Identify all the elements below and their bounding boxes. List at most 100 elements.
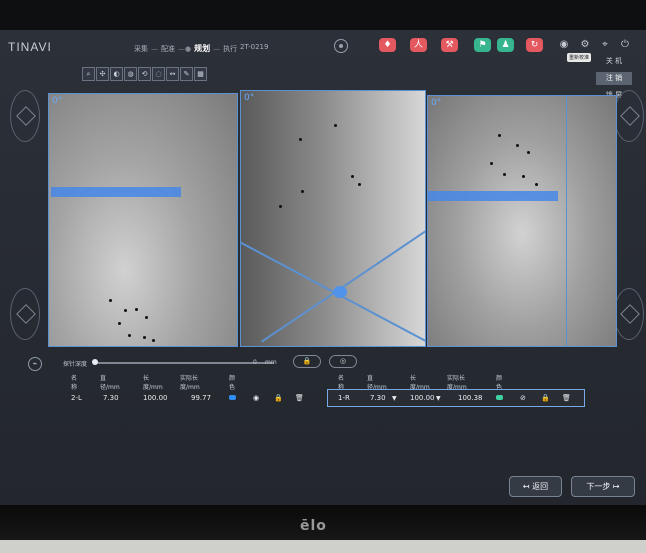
marker-dot xyxy=(358,183,361,186)
view-angle: 0° xyxy=(431,98,442,108)
visibility-icon[interactable]: ◉ xyxy=(253,394,259,402)
back-button[interactable]: ↤ 返回 xyxy=(509,476,562,497)
robot-icon[interactable]: ♟ xyxy=(497,38,514,52)
grid-icon[interactable]: ▦ xyxy=(194,67,207,81)
target-icon[interactable]: ◎ xyxy=(329,355,357,368)
rotate-icon[interactable]: ⟲ xyxy=(138,67,151,81)
delete-icon[interactable]: 🗑 xyxy=(295,394,304,402)
planned-screw-trajectory[interactable] xyxy=(428,191,558,201)
app-logo: TINAVI xyxy=(8,40,52,54)
marker-dot xyxy=(118,322,121,325)
probe-depth-slider[interactable] xyxy=(94,362,274,364)
trajectory-intersection-marker[interactable] xyxy=(333,286,347,298)
planned-screw-trajectory[interactable] xyxy=(51,187,181,197)
xray-view-left[interactable]: 0° xyxy=(48,93,238,347)
chevron-down-icon[interactable]: ▼ xyxy=(434,394,441,402)
right-upper-navigation-control[interactable] xyxy=(614,90,644,142)
marker-dot xyxy=(128,334,131,337)
screw-actual-length: 100.38 xyxy=(458,394,483,402)
probe-depth-control: ⌁ 探针深度 0 mm 🔒 ◎ xyxy=(28,355,368,371)
screw-length[interactable]: 100.00 xyxy=(410,394,435,402)
color-swatch[interactable] xyxy=(229,394,236,402)
marker-dot xyxy=(135,308,138,311)
lock-icon[interactable]: 🔒 xyxy=(293,355,321,368)
header-actual-length: 实际长度/mm xyxy=(180,375,200,391)
screw-diameter: 7.30 xyxy=(103,394,119,402)
circle-tool-icon[interactable]: ◌ xyxy=(152,67,165,81)
marker-dot xyxy=(299,138,302,141)
left-upper-navigation-control[interactable] xyxy=(10,90,40,142)
delete-icon[interactable]: 🗑 xyxy=(562,394,571,402)
guide-line xyxy=(566,96,567,346)
image-toolbar: ⌕ ✣ ◐ ◍ ⟲ ◌ ↔ ✎ ▦ xyxy=(82,67,207,81)
gear-icon[interactable]: ⚙ xyxy=(579,39,591,51)
pen-icon[interactable]: ✎ xyxy=(180,67,193,81)
chevron-down-icon[interactable]: ▼ xyxy=(390,394,397,402)
left-screw-table: 名称 直径/mm 长度/mm 实际长度/mm 颜色 2-L 7.30 100.0… xyxy=(60,375,318,416)
screw-actual-length: 99.77 xyxy=(191,394,212,402)
step-execute[interactable]: 执行 xyxy=(223,44,237,54)
table-row[interactable]: 2-L 7.30 100.00 99.77 ◉ 🔒 🗑 xyxy=(60,392,318,404)
xray-view-right[interactable]: 0° xyxy=(427,95,617,347)
screw-name: 1-R xyxy=(338,394,350,402)
marker-dot xyxy=(351,175,354,178)
menu-shutdown[interactable]: 关 机 xyxy=(596,55,632,68)
marker-dot xyxy=(490,162,493,165)
study-id: 2T-0219 xyxy=(240,43,269,51)
probe-depth-unit: mm xyxy=(265,359,277,366)
marker-dot xyxy=(516,144,519,147)
refresh-icon[interactable]: ↻ xyxy=(526,38,543,52)
xray-view-middle[interactable]: 0° xyxy=(240,90,426,347)
zoom-icon[interactable]: ⌕ xyxy=(82,67,95,81)
next-icon: ↦ xyxy=(610,482,620,491)
menu-logout[interactable]: 注 销 xyxy=(596,72,632,85)
monitor-brand: ēlo xyxy=(300,518,327,534)
lock-icon[interactable]: 🔒 xyxy=(541,394,550,402)
camera-icon[interactable]: ◉ xyxy=(558,39,570,51)
left-lower-navigation-control[interactable] xyxy=(10,288,40,340)
screw-length: 100.00 xyxy=(143,394,168,402)
marker-dot xyxy=(109,299,112,302)
step-planning[interactable]: 规划 xyxy=(194,43,210,54)
header-name: 名称 xyxy=(71,375,78,391)
depth-icon[interactable]: ⌁ xyxy=(28,357,42,371)
back-icon: ↤ xyxy=(522,482,533,491)
brightness-icon[interactable]: ◍ xyxy=(124,67,137,81)
marker-dot xyxy=(145,316,148,319)
probe-depth-label: 探针深度 xyxy=(63,361,88,368)
screw-name: 2-L xyxy=(71,394,82,402)
contrast-icon[interactable]: ◐ xyxy=(110,67,123,81)
step-registration[interactable]: 配准 xyxy=(161,44,175,54)
right-lower-navigation-control[interactable] xyxy=(614,288,644,340)
step-separator: — xyxy=(151,44,158,53)
screw-diameter[interactable]: 7.30 xyxy=(370,394,386,402)
pan-icon[interactable]: ✣ xyxy=(96,67,109,81)
marker-dot xyxy=(527,151,530,154)
right-screw-table: 名称 直径/mm 长度/mm 实际长度/mm 颜色 1-R 7.30 ▼ 100… xyxy=(327,375,585,416)
trajectory-line xyxy=(261,206,425,343)
lock-icon[interactable]: 🔒 xyxy=(274,394,283,402)
marker-dot xyxy=(124,309,127,312)
probe-depth-slider-knob[interactable] xyxy=(92,359,98,365)
workflow-steps: 采集 — 配准 —● 规划 — 执行 xyxy=(134,43,237,54)
marker-dot xyxy=(535,183,538,186)
marker-dot xyxy=(143,336,146,339)
person-icon[interactable]: 人 xyxy=(410,38,427,52)
color-swatch[interactable] xyxy=(496,394,503,402)
marker-dot xyxy=(152,339,155,342)
table-row[interactable]: 1-R 7.30 ▼ 100.00 ▼ 100.38 ⊘ 🔒 🗑 xyxy=(327,392,585,404)
flip-icon[interactable]: ↔ xyxy=(166,67,179,81)
planning-tool-icon[interactable]: ♦ xyxy=(379,38,396,52)
visibility-off-icon[interactable]: ⊘ xyxy=(520,394,526,402)
probe-depth-value: 0 xyxy=(253,359,257,366)
power-icon[interactable]: ⏻ xyxy=(619,39,631,51)
step-separator: — xyxy=(213,44,221,53)
flag-icon[interactable]: ⚑ xyxy=(474,38,491,52)
location-icon[interactable]: ⌖ xyxy=(599,39,611,51)
tool-icon[interactable]: ⚒ xyxy=(441,38,458,52)
next-button[interactable]: 下一步 ↦ xyxy=(571,476,635,497)
marker-dot xyxy=(522,175,525,178)
target-icon[interactable] xyxy=(334,39,348,53)
step-capture[interactable]: 采集 xyxy=(134,44,148,54)
marker-dot xyxy=(301,190,304,193)
